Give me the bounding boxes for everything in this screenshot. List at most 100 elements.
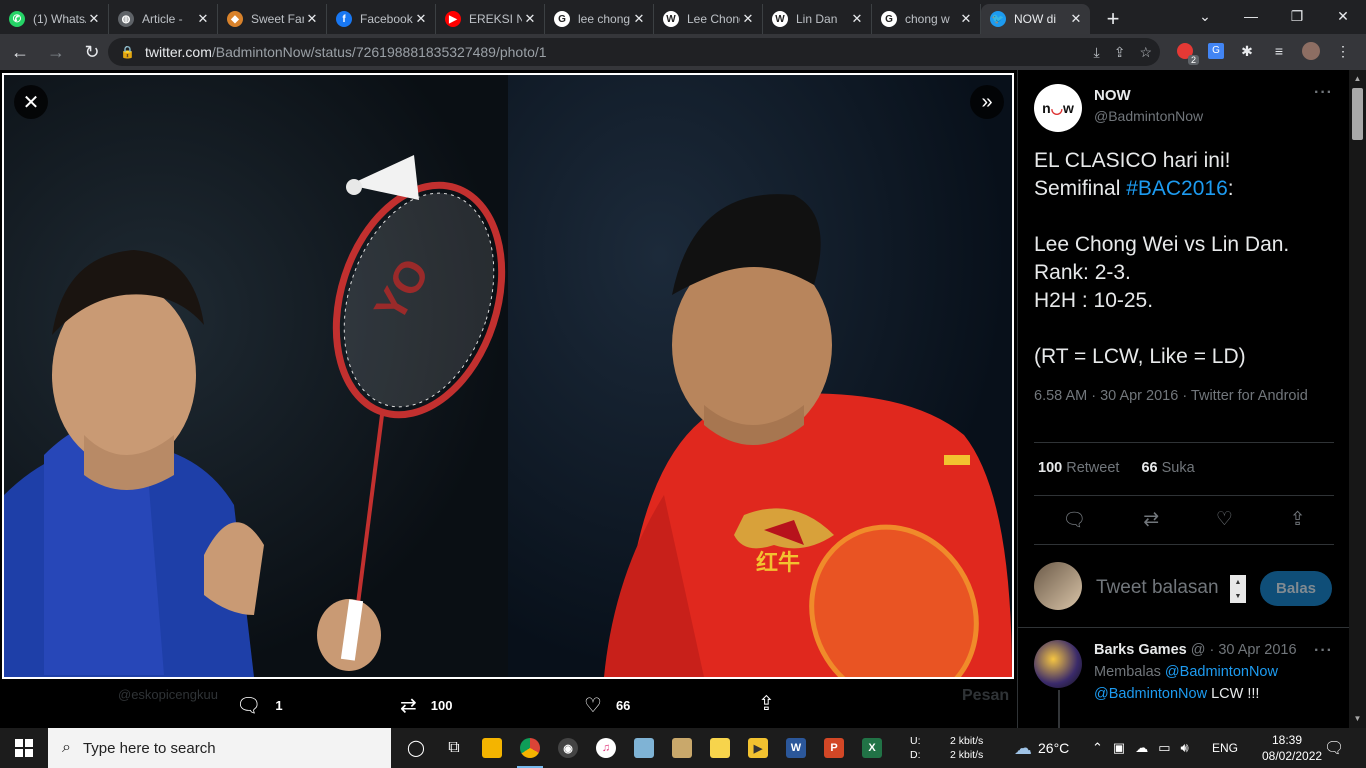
browser-tab[interactable]: ▶ EREKSI N ✕ [436, 4, 545, 34]
clock[interactable]: 18:39 08/02/2022 [1262, 732, 1322, 764]
reply-input[interactable]: Tweet balasan [1096, 577, 1219, 599]
back-button[interactable]: ← [4, 36, 36, 68]
share-icon[interactable]: ⇪ [1290, 508, 1306, 532]
chevron-down-icon[interactable]: ▼ [1230, 593, 1246, 600]
chevron-up-icon[interactable]: ▲ [1230, 579, 1246, 586]
close-tab-icon[interactable]: ✕ [740, 11, 756, 27]
close-photo-icon[interactable]: ✕ [14, 85, 48, 119]
chevron-up-icon[interactable]: ⌃ [1092, 740, 1103, 756]
hashtag-link[interactable]: #BAC2016 [1126, 177, 1228, 200]
retweet-icon[interactable]: ⇄ [1143, 508, 1159, 532]
retweet-icon: ⇄ [400, 695, 417, 717]
address-bar[interactable]: 🔒 twitter.com/BadmintonNow/status/726198… [108, 38, 1160, 66]
reply-author-avatar[interactable] [1034, 640, 1082, 688]
tweet-timestamp[interactable]: 6.58 AM · 30 Apr 2016 · Twitter for Andr… [1034, 386, 1334, 406]
reply-author[interactable]: Barks Games @ · 30 Apr 2016 [1094, 642, 1297, 658]
browser-tab[interactable]: ◆ Sweet Fanny✕ [218, 4, 327, 34]
close-tab-icon[interactable]: ✕ [304, 11, 320, 27]
close-window-button[interactable]: ✕ [1320, 0, 1366, 32]
player-app-icon[interactable]: ▶ [739, 728, 777, 768]
taskbar-search[interactable]: ⌕ Type here to search [48, 728, 391, 768]
photo-like-button[interactable]: ♡ 66 [584, 693, 630, 718]
install-icon[interactable]: ⤓ [1094, 44, 1100, 61]
browser-tab[interactable]: Gchong w ✕ [872, 4, 981, 34]
powerpoint-icon[interactable]: P [815, 728, 853, 768]
tab-title: Facebook [360, 12, 413, 26]
scrollbar[interactable]: ▲ ▼ [1349, 70, 1366, 728]
browser-tab[interactable]: ◍ Article - ✕ [109, 4, 218, 34]
close-tab-icon[interactable]: ✕ [849, 11, 865, 27]
maximize-button[interactable]: ❐ [1274, 0, 1320, 32]
media-player-icon[interactable]: ◉ [549, 728, 587, 768]
scroll-up-icon[interactable]: ▲ [1349, 74, 1366, 83]
tweet-photo[interactable]: YO 红牛 ✕ » [2, 73, 1014, 679]
profile-avatar[interactable] [1300, 40, 1322, 62]
network-icon[interactable]: ▭ [1158, 740, 1170, 756]
close-tab-icon[interactable]: ✕ [522, 11, 538, 27]
weather-widget[interactable]: ☁ 26°C [1014, 728, 1069, 768]
archive-app-icon[interactable] [663, 728, 701, 768]
notes-app-icon[interactable] [625, 728, 663, 768]
browser-tab[interactable]: W Lin Dan ✕ [763, 4, 872, 34]
browser-tab[interactable]: ✆ (1) WhatsApp✕ [0, 4, 109, 34]
retweet-stat[interactable]: 100 Retweet [1038, 460, 1119, 476]
reload-button[interactable]: ↻ [76, 36, 108, 68]
itunes-icon[interactable]: ♫ [587, 728, 625, 768]
media-control-icon[interactable]: ≡ [1268, 40, 1290, 62]
volume-icon[interactable]: 🔊︎ [1181, 740, 1189, 756]
tab-search-icon[interactable]: ⌄ [1182, 0, 1228, 32]
file-explorer-icon[interactable] [473, 728, 511, 768]
more-options-icon[interactable]: ··· [1314, 84, 1333, 102]
minimize-button[interactable]: — [1228, 0, 1274, 32]
cortana-icon[interactable]: ◯ [397, 728, 435, 768]
like-stat[interactable]: 66 Suka [1141, 460, 1194, 476]
close-tab-icon[interactable]: ✕ [86, 11, 102, 27]
scroll-down-icon[interactable]: ▼ [1349, 714, 1366, 723]
heart-icon[interactable]: ♡ [1216, 508, 1233, 532]
photo-reply-button[interactable]: 🗨︎ 1 [236, 693, 283, 718]
task-view-icon[interactable]: ⧉ [435, 728, 473, 768]
mention-link[interactable]: @BadmintonNow [1094, 686, 1207, 702]
scrollbar-thumb[interactable] [1352, 88, 1363, 140]
start-button[interactable] [0, 728, 48, 768]
photo-share-button[interactable]: ⇪ [758, 691, 789, 716]
author-name[interactable]: NOW [1094, 87, 1131, 104]
onedrive-icon[interactable]: ☁ [1135, 740, 1148, 756]
chrome-icon[interactable] [511, 728, 549, 768]
collapse-panel-icon[interactable]: » [970, 85, 1004, 119]
sticky-notes-icon[interactable] [701, 728, 739, 768]
share-icon[interactable]: ⇪ [1114, 44, 1126, 61]
browser-tab[interactable]: f Facebook ✕ [327, 4, 436, 34]
browser-tab[interactable]: 🐦 NOW di ✕ [981, 4, 1090, 34]
current-user-avatar[interactable] [1034, 562, 1082, 610]
translate-extension-icon[interactable]: G [1205, 40, 1227, 62]
input-stepper[interactable]: ▲ ▼ [1230, 575, 1246, 603]
photo-retweet-button[interactable]: ⇄ 100 [400, 693, 452, 718]
author-handle[interactable]: @BadmintonNow [1094, 108, 1203, 124]
close-tab-icon[interactable]: ✕ [195, 11, 211, 27]
new-tab-button[interactable]: + [1098, 4, 1128, 34]
reply-button[interactable]: Balas [1260, 571, 1332, 606]
replying-to-link[interactable]: @BadmintonNow [1165, 664, 1278, 680]
excel-icon[interactable]: X [853, 728, 891, 768]
close-tab-icon[interactable]: ✕ [1068, 11, 1084, 27]
browser-tab[interactable]: W Lee Chong ✕ [654, 4, 763, 34]
forward-button[interactable]: → [40, 36, 72, 68]
browser-menu-icon[interactable]: ⋮ [1332, 40, 1354, 62]
author-avatar[interactable]: n◡w [1034, 84, 1082, 132]
reply-icon[interactable]: 🗨︎ [1062, 508, 1086, 532]
word-icon[interactable]: W [777, 728, 815, 768]
extensions-puzzle-icon[interactable]: ✱ [1236, 40, 1258, 62]
close-tab-icon[interactable]: ✕ [631, 11, 647, 27]
language-indicator[interactable]: ENG [1212, 728, 1238, 768]
bookmark-star-icon[interactable]: ☆ [1139, 44, 1152, 61]
notifications-icon[interactable]: 🗨︎ [1324, 728, 1344, 768]
tweet-blank-line [1034, 315, 1339, 343]
browser-tab[interactable]: Glee chong ✕ [545, 4, 654, 34]
close-tab-icon[interactable]: ✕ [413, 11, 429, 27]
tweet-line-1: EL CLASICO hari ini! [1034, 149, 1231, 172]
extension-icon[interactable]: 2 [1174, 40, 1199, 65]
reply-more-options-icon[interactable]: ··· [1314, 642, 1333, 660]
close-tab-icon[interactable]: ✕ [958, 11, 974, 27]
tray-app-icon[interactable]: ▣ [1113, 740, 1125, 756]
